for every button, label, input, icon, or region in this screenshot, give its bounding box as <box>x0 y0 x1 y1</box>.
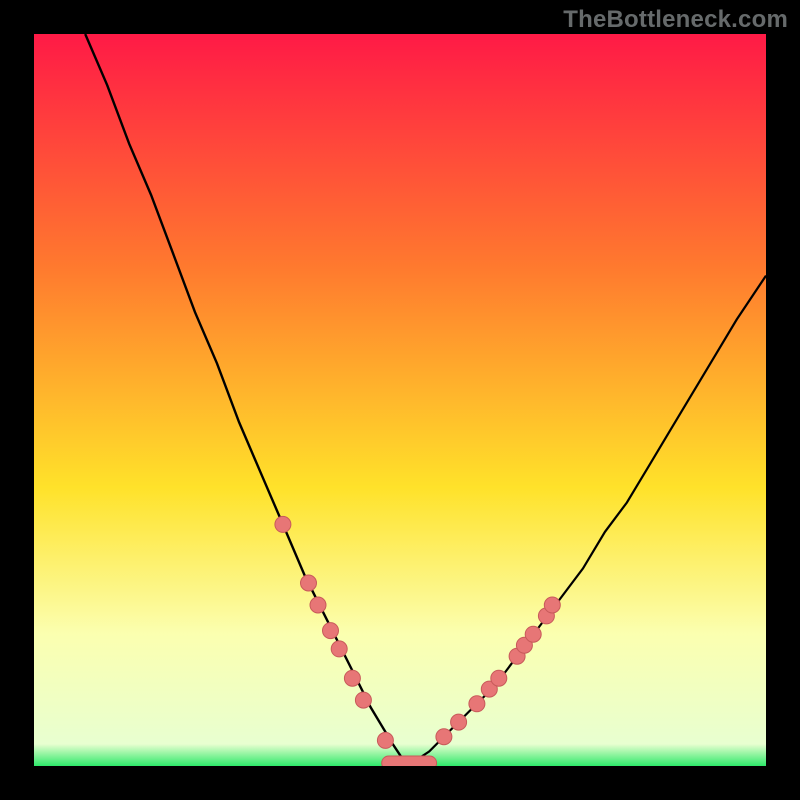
watermark-text: TheBottleneck.com <box>563 6 788 34</box>
marker-dot <box>469 696 485 712</box>
marker-dot <box>451 714 467 730</box>
marker-dot <box>525 626 541 642</box>
marker-dot <box>355 692 371 708</box>
marker-dot <box>491 670 507 686</box>
marker-dot <box>436 729 452 745</box>
marker-dot <box>544 597 560 613</box>
marker-dot <box>377 732 393 748</box>
marker-dot <box>275 516 291 532</box>
gradient-background <box>34 34 766 766</box>
marker-dot <box>344 670 360 686</box>
plot-area <box>34 34 766 766</box>
chart-frame: TheBottleneck.com <box>0 0 800 800</box>
marker-dot <box>331 641 347 657</box>
marker-dot <box>301 575 317 591</box>
marker-dot <box>310 597 326 613</box>
marker-dot <box>323 623 339 639</box>
gradient-plot <box>34 34 766 766</box>
valley-flat-segment <box>382 756 437 766</box>
